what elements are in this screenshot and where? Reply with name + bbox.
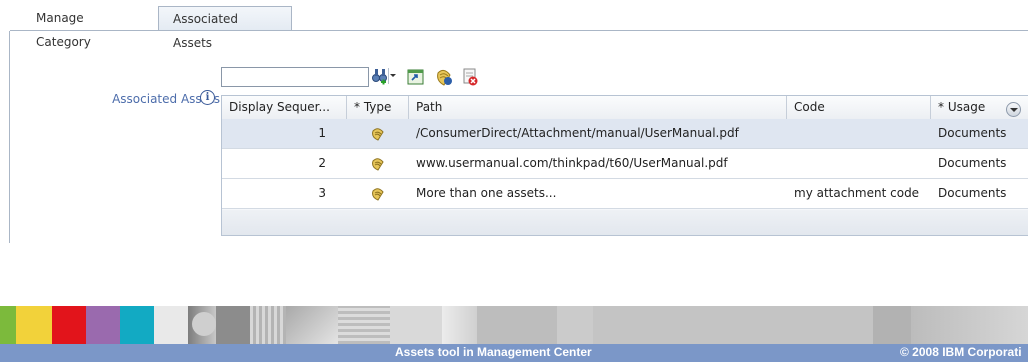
banner-swatch-green [0,306,16,344]
add-asset-icon [437,69,452,86]
usage-cell: Documents [938,186,1007,200]
tab-bar: Manage Category Associated Assets [0,0,1028,50]
code-cell [787,119,931,149]
banner-swatch-gray [442,306,477,344]
banner-swatch-gray [390,306,442,344]
banner-photo-tile [216,306,250,344]
banner-swatch-gray [557,306,593,344]
banner-swatch-light [154,306,188,344]
open-object-button[interactable] [406,67,426,87]
footer-banner [0,306,1028,344]
column-menu-button[interactable] [1006,102,1021,117]
code-cell: my attachment code [794,186,920,200]
banner-pattern-tile [338,306,390,344]
column-header-type[interactable]: * Type [347,96,409,119]
sequence-cell: 2 [318,156,326,170]
add-asset-button[interactable] [434,67,454,87]
banner-swatch-cyan [120,306,154,344]
sequence-cell: 1 [318,126,326,140]
tab-associated-assets[interactable]: Associated Assets [158,6,292,50]
usage-cell: Documents [938,126,1007,140]
table-row[interactable]: 3 More than one assets... my attachment … [222,179,1028,209]
attachment-icon [372,128,384,141]
remove-asset-icon [463,68,478,86]
path-cell: www.usermanual.com/thinkpad/t60/UserManu… [416,156,728,170]
banner-swatch-gray [873,306,911,344]
table-row[interactable]: 1 /ConsumerDirect/Attachment/manual/User… [222,119,1028,149]
panel-border [9,31,10,243]
banner-pattern-tile [250,306,286,344]
code-cell [787,149,931,179]
remove-asset-button[interactable] [461,67,481,87]
banner-swatch-yellow [16,306,52,344]
attachment-icon [372,158,384,171]
tab-divider [10,30,1028,31]
grid-footer [222,210,1028,235]
associated-assets-grid: Display Sequer... * Type Path Code * Usa… [221,95,1028,236]
path-cell: /ConsumerDirect/Attachment/manual/UserMa… [416,126,739,140]
find-button[interactable] [371,65,397,87]
info-icon[interactable]: i [200,90,215,105]
path-cell: More than one assets... [416,186,557,200]
column-header-display-sequence[interactable]: Display Sequer... [222,96,347,119]
banner-photo-tile [286,306,338,344]
attachment-icon [372,188,384,201]
sequence-cell: 3 [318,186,326,200]
grid-header: Display Sequer... * Type Path Code * Usa… [222,96,1028,120]
banner-swatch-gray [593,306,873,344]
footer-copyright: © 2008 IBM Corporati [900,345,1022,359]
search-input[interactable] [221,67,369,87]
banner-swatch-gray [477,306,557,344]
tab-manage-category[interactable]: Manage Category [22,6,152,49]
banner-swatch-gray [911,306,1028,344]
column-header-path[interactable]: Path [409,96,787,119]
banner-swatch-purple [86,306,120,344]
open-object-icon [407,69,424,85]
banner-swatch-red [52,306,86,344]
usage-cell: Documents [938,156,1007,170]
table-row[interactable]: 2 www.usermanual.com/thinkpad/t60/UserMa… [222,149,1028,179]
footer-title: Assets tool in Management Center [395,345,592,359]
find-binoculars-icon [372,68,396,85]
banner-circle-tile [192,312,216,336]
column-header-code[interactable]: Code [787,96,931,119]
associated-assets-label: Associated Assets [112,92,220,106]
